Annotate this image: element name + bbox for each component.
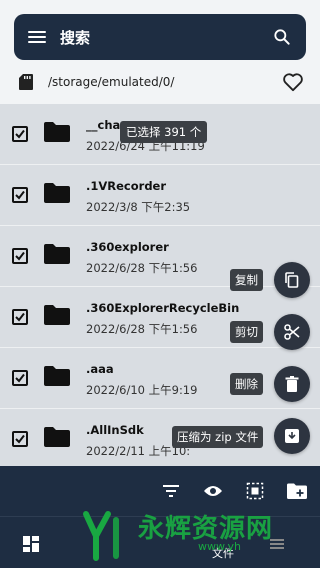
copy-icon bbox=[285, 272, 299, 288]
path-bar: /storage/emulated/0/ bbox=[0, 62, 320, 102]
file-date: 2022/6/28 下午1:56 bbox=[86, 261, 198, 275]
file-name: __cha bbox=[86, 118, 121, 132]
folder-icon bbox=[44, 244, 70, 264]
menu-icon[interactable] bbox=[28, 28, 46, 46]
folder-icon bbox=[44, 427, 70, 447]
archive-icon bbox=[285, 429, 299, 443]
watermark-logo bbox=[83, 511, 119, 561]
list-item[interactable]: .AllInSdk 2022/2/11 上午10: bbox=[0, 409, 320, 466]
file-name: .1VRecorder bbox=[86, 179, 167, 193]
file-date: 2022/6/28 下午1:56 bbox=[86, 322, 198, 336]
file-name: .AllInSdk bbox=[86, 423, 144, 437]
trash-icon bbox=[285, 376, 299, 392]
delete-label: 删除 bbox=[230, 373, 263, 395]
filter-icon bbox=[163, 485, 179, 497]
new-folder-icon bbox=[287, 483, 307, 499]
search-icon[interactable] bbox=[272, 27, 292, 47]
list-item[interactable]: .360explorer 2022/6/28 下午1:56 bbox=[0, 226, 320, 287]
selection-count-badge: 已选择 391 个 bbox=[120, 121, 208, 143]
new-folder-button[interactable] bbox=[286, 480, 308, 502]
sd-card-icon bbox=[19, 74, 33, 90]
scissors-icon bbox=[284, 324, 300, 340]
current-path[interactable]: /storage/emulated/0/ bbox=[48, 75, 282, 89]
copy-label: 复制 bbox=[230, 269, 263, 291]
zip-label: 压缩为 zip 文件 bbox=[172, 426, 264, 448]
checkbox-checked-icon[interactable] bbox=[12, 187, 28, 203]
select-all-icon bbox=[246, 482, 264, 500]
file-name: .360explorer bbox=[86, 240, 169, 254]
list-item[interactable]: .360ExplorerRecycleBin 2022/6/28 下午1:56 bbox=[0, 287, 320, 348]
search-toolbar: 搜索 bbox=[14, 14, 306, 60]
dashboard-icon[interactable] bbox=[22, 535, 40, 553]
delete-button[interactable] bbox=[274, 366, 310, 402]
checkbox-checked-icon[interactable] bbox=[12, 126, 28, 142]
list-item[interactable]: .aaa 2022/6/10 上午9:19 bbox=[0, 348, 320, 409]
filter-button[interactable] bbox=[160, 480, 182, 502]
toolbar-title: 搜索 bbox=[60, 28, 91, 47]
folder-icon bbox=[44, 305, 70, 325]
cut-label: 剪切 bbox=[230, 321, 263, 343]
zip-button[interactable] bbox=[274, 418, 310, 454]
checkbox-checked-icon[interactable] bbox=[12, 370, 28, 386]
watermark-url: www.yh bbox=[198, 540, 241, 553]
visibility-button[interactable] bbox=[202, 480, 224, 502]
folder-icon bbox=[44, 366, 70, 386]
checkbox-checked-icon[interactable] bbox=[12, 431, 28, 447]
checkbox-checked-icon[interactable] bbox=[12, 309, 28, 325]
file-list: __cha 2022/6/24 上午11:19 .1VRecorder 2022… bbox=[0, 104, 320, 466]
list-item[interactable]: .1VRecorder 2022/3/8 下午2:35 bbox=[0, 165, 320, 226]
cut-button[interactable] bbox=[274, 314, 310, 350]
file-date: 2022/6/10 上午9:19 bbox=[86, 383, 198, 397]
checkbox-checked-icon[interactable] bbox=[12, 248, 28, 264]
folder-icon bbox=[44, 183, 70, 203]
eye-icon bbox=[204, 486, 222, 496]
favorite-heart-icon[interactable] bbox=[282, 72, 304, 92]
folder-icon bbox=[44, 122, 70, 142]
file-date: 2022/3/8 下午2:35 bbox=[86, 200, 191, 214]
file-name: .360ExplorerRecycleBin bbox=[86, 301, 240, 315]
copy-button[interactable] bbox=[274, 262, 310, 298]
select-all-button[interactable] bbox=[244, 480, 266, 502]
file-name: .aaa bbox=[86, 362, 114, 376]
